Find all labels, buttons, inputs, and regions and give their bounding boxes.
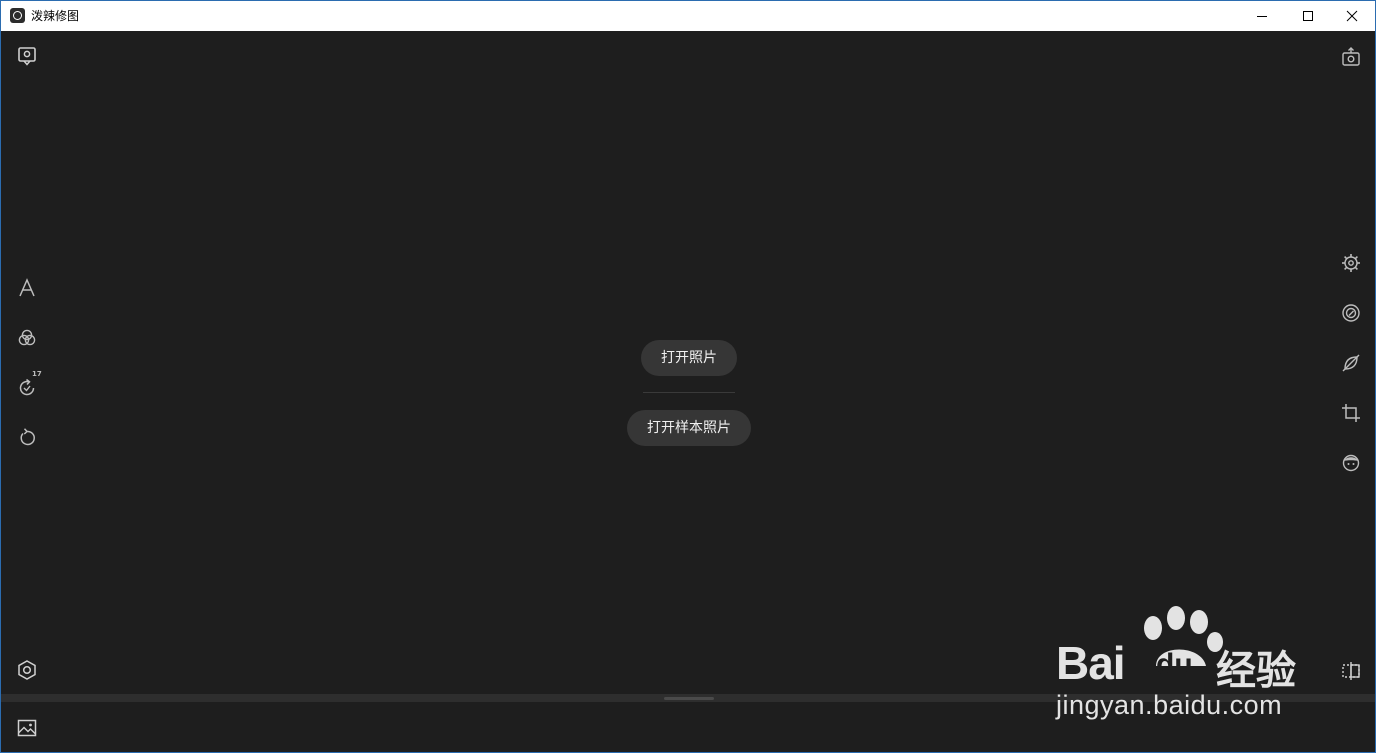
bottom-panel — [1, 702, 1375, 752]
crop-icon — [1342, 404, 1360, 422]
face-icon — [1342, 454, 1360, 472]
open-photo-button[interactable]: 打开照片 — [641, 340, 737, 376]
reset-icon — [20, 428, 35, 446]
minimize-icon — [1257, 16, 1267, 17]
import-photo-icon — [18, 47, 36, 66]
adjust-button[interactable] — [1339, 251, 1363, 275]
open-sample-photo-button[interactable]: 打开样本照片 — [627, 410, 751, 446]
settings-icon — [18, 660, 36, 680]
title-bar: 泼辣修图 — [1, 1, 1375, 31]
window-title: 泼辣修图 — [31, 9, 80, 23]
app-window: 泼辣修图 17 打开照片 打开样本照片 Bai du 经验 jingyan.ba… — [0, 0, 1376, 753]
export-icon — [1342, 47, 1360, 66]
compare-icon — [1342, 662, 1360, 680]
gear-adjust-icon — [1342, 254, 1360, 272]
settings-button[interactable] — [15, 658, 39, 682]
text-icon — [19, 278, 35, 297]
history-count-badge: 17 — [32, 370, 42, 378]
brush-icon — [1342, 354, 1360, 372]
watermark-brand-suffix: 经验 — [1216, 648, 1296, 694]
export-button[interactable] — [1339, 45, 1363, 69]
filters-icon — [18, 329, 36, 346]
paw-logo-icon — [1144, 606, 1223, 666]
presets-button[interactable] — [15, 326, 39, 350]
lens-icon — [1342, 304, 1360, 322]
close-icon — [1346, 10, 1358, 22]
minimize-button[interactable] — [1239, 1, 1285, 31]
reset-button[interactable] — [15, 426, 39, 450]
watermark-brand: Bai — [1056, 637, 1126, 689]
watermark-brand-du: du — [1156, 648, 1193, 681]
history-button[interactable] — [15, 376, 39, 400]
lens-button[interactable] — [1339, 301, 1363, 325]
crop-button[interactable] — [1339, 401, 1363, 425]
maximize-button[interactable] — [1285, 1, 1331, 31]
center-divider — [643, 392, 735, 393]
app-logo-icon — [10, 8, 25, 23]
gallery-button[interactable] — [15, 716, 39, 740]
face-button[interactable] — [1339, 451, 1363, 475]
maximize-icon — [1303, 11, 1313, 21]
close-button[interactable] — [1329, 1, 1375, 31]
compare-button[interactable] — [1339, 659, 1363, 683]
brush-button[interactable] — [1339, 351, 1363, 375]
history-icon — [19, 378, 35, 396]
gallery-icon — [17, 719, 37, 737]
panel-drag-handle[interactable] — [664, 697, 714, 700]
import-photo-button[interactable] — [15, 44, 39, 68]
text-tool-button[interactable] — [15, 276, 39, 300]
